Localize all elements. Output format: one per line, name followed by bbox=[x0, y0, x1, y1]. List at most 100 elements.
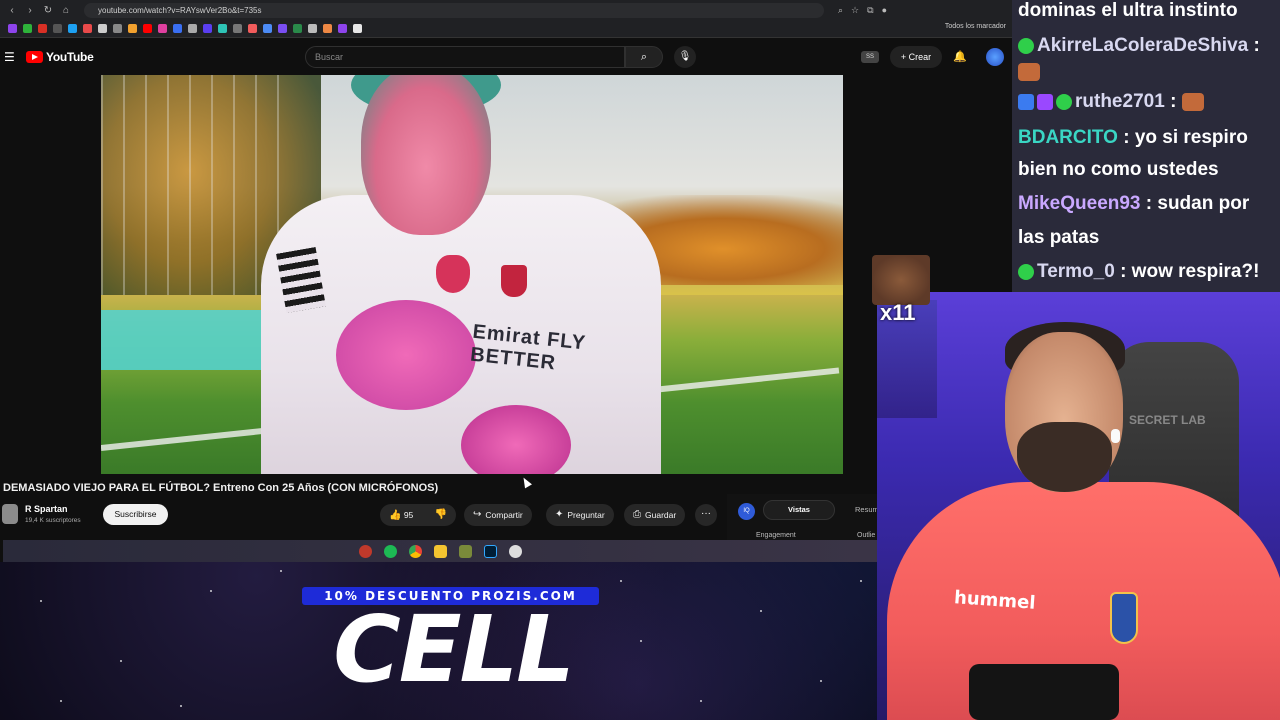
like-count: 95 bbox=[403, 509, 414, 520]
bookmark-icon[interactable] bbox=[68, 24, 77, 33]
channel-name[interactable]: R Spartan bbox=[25, 504, 68, 514]
bookmark-icon[interactable] bbox=[38, 24, 47, 33]
app-icon[interactable] bbox=[508, 544, 522, 558]
dislike-button[interactable]: 👎 bbox=[435, 504, 447, 526]
address-bar[interactable]: youtube.com/watch?v=RAYswVer2Bo&t=735s bbox=[84, 2, 824, 18]
app-icon[interactable] bbox=[458, 544, 472, 558]
video-title: DEMASIADO VIEJO PARA EL FÚTBOL? Entreno … bbox=[3, 482, 439, 494]
outlier-label: Outlie bbox=[857, 532, 876, 539]
bookmark-icon[interactable] bbox=[23, 24, 32, 33]
search-input[interactable]: Buscar bbox=[305, 46, 625, 68]
bookmark-icon[interactable] bbox=[293, 24, 302, 33]
share-button[interactable]: ↪ Compartir bbox=[464, 504, 532, 526]
bookmark-icon[interactable] bbox=[53, 24, 62, 33]
extensions-icon[interactable]: ⧉ bbox=[867, 5, 873, 16]
chrome-icon[interactable] bbox=[408, 544, 422, 558]
reload-icon[interactable]: ↻ bbox=[42, 5, 54, 16]
chat-message: AkirreLaColeraDeShiva : bbox=[1018, 30, 1260, 62]
app-icon[interactable] bbox=[358, 544, 372, 558]
chat-username[interactable]: MikeQueen93 bbox=[1018, 193, 1141, 214]
sponsor-brand-logo: CELL bbox=[333, 596, 575, 703]
bookmark-icon[interactable] bbox=[188, 24, 197, 33]
search-button[interactable]: ⌕ bbox=[625, 46, 663, 68]
bookmark-icon[interactable] bbox=[263, 24, 272, 33]
bookmark-icon[interactable] bbox=[233, 24, 242, 33]
ss-badge[interactable]: SS bbox=[861, 51, 879, 63]
create-button[interactable]: + Crear bbox=[890, 46, 942, 68]
microphone bbox=[969, 664, 1119, 720]
ask-button[interactable]: ✦ Preguntar bbox=[546, 504, 614, 526]
chat-username[interactable]: ruthe2701 bbox=[1075, 91, 1165, 112]
sparkle-icon: ✦ bbox=[555, 509, 564, 520]
subscriber-badge-icon bbox=[1018, 37, 1034, 54]
tab-resumen[interactable]: Resum bbox=[855, 500, 879, 520]
chat-username[interactable]: Termo_0 bbox=[1037, 261, 1115, 282]
badge-icon bbox=[1018, 93, 1034, 110]
earbud-icon bbox=[1111, 429, 1120, 443]
channel-avatar[interactable] bbox=[2, 504, 18, 524]
bookmark-icon[interactable] bbox=[173, 24, 182, 33]
youtube-play-icon bbox=[26, 51, 43, 63]
bookmark-icon[interactable] bbox=[143, 24, 152, 33]
spotify-icon[interactable] bbox=[383, 544, 397, 558]
bookmark-icon[interactable] bbox=[8, 24, 17, 33]
notifications-icon[interactable]: 🔔 bbox=[953, 50, 967, 63]
save-button[interactable]: ⎙ Guardar bbox=[624, 504, 686, 526]
youtube-header: ☰ YouTube Buscar ⌕ 🎙 SS + Crear 🔔 bbox=[0, 38, 1012, 76]
chat-message bbox=[1018, 56, 1040, 88]
all-bookmarks-link[interactable]: Todos los marcador bbox=[945, 23, 1006, 30]
tab-vistas[interactable]: Vistas bbox=[763, 500, 835, 520]
bookmark-icon[interactable] bbox=[338, 24, 347, 33]
bookmark-icon[interactable] bbox=[308, 24, 317, 33]
youtube-logo[interactable]: YouTube bbox=[26, 50, 94, 64]
profile-icon[interactable]: ● bbox=[882, 5, 887, 16]
bookmark-icon[interactable] bbox=[98, 24, 107, 33]
subscriber-badge-icon bbox=[1056, 93, 1072, 110]
bookmark-icon[interactable] bbox=[323, 24, 332, 33]
star-icon[interactable]: ☆ bbox=[851, 5, 859, 16]
browser-window: ‹ › ↻ ⌂ youtube.com/watch?v=RAYswVer2Bo&… bbox=[0, 0, 1012, 562]
bookmark-icon[interactable] bbox=[83, 24, 92, 33]
chat-message: las patas bbox=[1018, 227, 1100, 248]
chat-username[interactable]: AkirreLaColeraDeShiva bbox=[1037, 35, 1248, 56]
subscriber-badge-icon bbox=[1018, 263, 1034, 280]
chair-brand: SECRET LAB bbox=[1129, 413, 1206, 427]
subscriber-count: 19,4 K suscriptores bbox=[25, 517, 81, 524]
subscribe-button[interactable]: Suscribirse bbox=[103, 504, 168, 525]
bookmark-icon[interactable] bbox=[248, 24, 257, 33]
chat-message: MikeQueen93 : sudan por bbox=[1018, 193, 1250, 214]
chat-username[interactable]: BDARCITO bbox=[1018, 127, 1118, 148]
home-icon[interactable]: ⌂ bbox=[60, 5, 72, 16]
extension-logo-icon[interactable]: IQ bbox=[738, 503, 755, 520]
video-player[interactable]: Emirat FLY BETTER bbox=[101, 75, 843, 474]
more-options-button[interactable]: ··· bbox=[695, 504, 717, 526]
emote-icon bbox=[1181, 92, 1204, 111]
emote-combo-icon bbox=[872, 255, 930, 305]
menu-icon[interactable]: ☰ bbox=[4, 50, 15, 64]
account-avatar[interactable] bbox=[986, 48, 1004, 66]
bookmark-icon[interactable] bbox=[203, 24, 212, 33]
chat-message: ruthe2701 : bbox=[1018, 86, 1204, 118]
like-button[interactable]: 👍 95 bbox=[389, 504, 413, 527]
back-icon[interactable]: ‹ bbox=[6, 5, 18, 16]
bookmark-icon[interactable] bbox=[218, 24, 227, 33]
like-dislike-group: 👍 95 👎 bbox=[380, 504, 456, 526]
bookmark-icon[interactable] bbox=[278, 24, 287, 33]
chat-message: bien no como ustedes bbox=[1018, 159, 1219, 180]
photoshop-icon[interactable] bbox=[483, 544, 497, 558]
bookmark-save-icon: ⎙ bbox=[633, 509, 641, 520]
forward-icon[interactable]: › bbox=[24, 5, 36, 16]
folder-icon[interactable] bbox=[433, 544, 447, 558]
bookmark-icon[interactable] bbox=[158, 24, 167, 33]
chat-message: dominas el ultra instinto bbox=[1018, 0, 1238, 21]
bookmark-icon[interactable] bbox=[113, 24, 122, 33]
zoom-icon[interactable]: ⌕ bbox=[838, 5, 843, 16]
voice-search-button[interactable]: 🎙 bbox=[674, 46, 696, 68]
emote-icon bbox=[1018, 62, 1040, 81]
bookmark-icon[interactable] bbox=[128, 24, 137, 33]
search-icon: ⌕ bbox=[640, 51, 648, 63]
thumbs-up-icon: 👍 bbox=[389, 509, 402, 521]
club-crest-icon bbox=[1110, 592, 1138, 644]
mic-icon: 🎙 bbox=[678, 51, 692, 62]
bookmark-icon[interactable] bbox=[353, 24, 362, 33]
